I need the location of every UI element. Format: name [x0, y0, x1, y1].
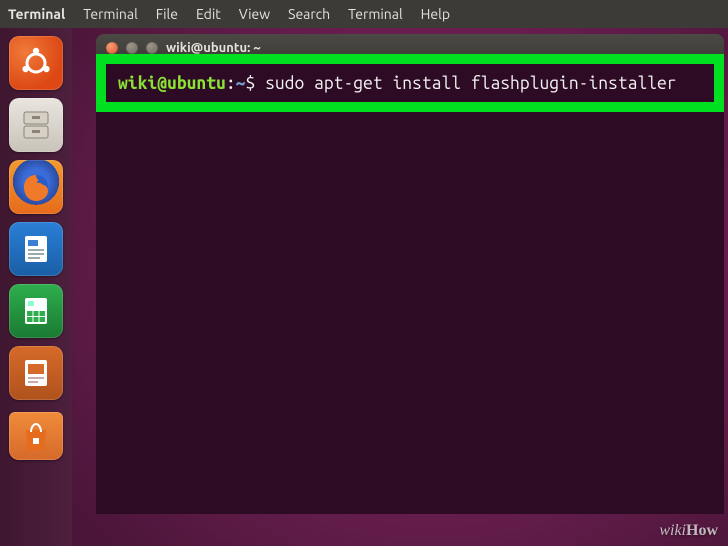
presentation-icon: [18, 355, 54, 391]
file-cabinet-icon: [18, 107, 54, 143]
launcher-software[interactable]: [9, 412, 63, 460]
launcher-writer[interactable]: [9, 222, 63, 276]
launcher-firefox[interactable]: [9, 160, 63, 214]
menu-help[interactable]: Help: [421, 6, 450, 22]
watermark-suffix: How: [686, 522, 718, 539]
menu-file[interactable]: File: [156, 6, 178, 22]
document-writer-icon: [18, 231, 54, 267]
menu-view[interactable]: View: [239, 6, 270, 22]
window-maximize-button[interactable]: [146, 42, 158, 54]
terminal-prompt-line[interactable]: wiki@ubuntu:~$ sudo apt-get install flas…: [106, 64, 714, 102]
shopping-bag-icon: [18, 418, 54, 454]
window-title: wiki@ubuntu: ~: [166, 41, 266, 55]
menu-terminal-2[interactable]: Terminal: [348, 6, 403, 22]
terminal-body[interactable]: [96, 112, 724, 514]
launcher: [0, 28, 72, 546]
menu-edit[interactable]: Edit: [196, 6, 221, 22]
ubuntu-logo-icon: [18, 45, 54, 81]
prompt-path: ~: [236, 74, 246, 93]
launcher-impress[interactable]: [9, 346, 63, 400]
prompt-host: ubuntu: [167, 74, 226, 93]
window-controls: [106, 42, 158, 54]
menubar: Terminal Terminal File Edit View Search …: [0, 0, 728, 28]
launcher-dash[interactable]: [9, 36, 63, 90]
wikihow-watermark: wikiHow: [659, 522, 718, 540]
firefox-icon: [18, 169, 54, 205]
launcher-files[interactable]: [9, 98, 63, 152]
command-text: sudo apt-get install flashplugin-install…: [265, 74, 677, 93]
menu-search[interactable]: Search: [288, 6, 330, 22]
menu-terminal[interactable]: Terminal: [83, 6, 138, 22]
window-close-button[interactable]: [106, 42, 118, 54]
prompt-colon: :: [226, 74, 236, 93]
watermark-prefix: wiki: [659, 522, 686, 539]
prompt-user: wiki: [118, 74, 157, 93]
terminal-window: wiki@ubuntu: ~ wiki@ubuntu:~$ sudo apt-g…: [96, 34, 724, 514]
prompt-at: @: [157, 74, 167, 93]
instruction-highlight: wiki@ubuntu:~$ sudo apt-get install flas…: [96, 54, 724, 112]
menubar-app-name: Terminal: [8, 6, 65, 22]
prompt-dollar: $: [245, 74, 265, 93]
launcher-calc[interactable]: [9, 284, 63, 338]
window-minimize-button[interactable]: [126, 42, 138, 54]
spreadsheet-icon: [18, 293, 54, 329]
